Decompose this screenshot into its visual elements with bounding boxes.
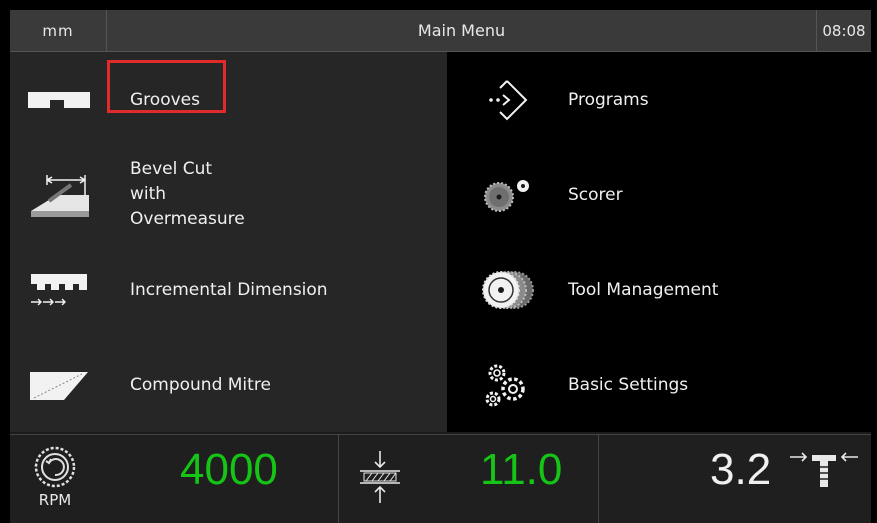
programs-icon xyxy=(447,52,567,147)
menu-item-label: Scorer xyxy=(568,184,623,205)
menu-item-bevel-cut[interactable]: Bevel Cut with Overmeasure xyxy=(10,147,447,242)
header-bar: mm Main Menu 08:08 xyxy=(10,10,871,52)
menu-item-scorer[interactable]: Scorer xyxy=(447,147,871,242)
page-title: Main Menu xyxy=(107,10,817,52)
menu-item-grooves[interactable]: Grooves xyxy=(10,52,447,147)
rpm-gauge[interactable]: RPM xyxy=(20,445,90,521)
menu-row: Grooves Programs xyxy=(10,52,871,147)
bevel-cut-icon xyxy=(10,147,107,242)
clock: 08:08 xyxy=(822,22,866,40)
divider xyxy=(338,435,339,523)
fence-offset-icon xyxy=(790,452,858,487)
thickness-value[interactable]: 11.0 xyxy=(480,445,562,495)
menu-item-incremental-dimension[interactable]: Incremental Dimension xyxy=(10,242,447,337)
menu-row: Bevel Cut with Overmeasure Scorer xyxy=(10,147,871,242)
menu-grid: Grooves Programs Bevel Cut with Overmeas… xyxy=(10,52,871,434)
divider xyxy=(598,435,599,523)
unit-toggle[interactable]: mm xyxy=(10,10,107,52)
gears-icon xyxy=(447,337,567,432)
menu-item-label: Bevel Cut with Overmeasure xyxy=(130,159,245,229)
status-bar: RPM 4000 11.0 3.2 xyxy=(10,434,871,523)
menu-item-programs[interactable]: Programs xyxy=(447,52,871,147)
main-menu-screen: mm Main Menu 08:08 Grooves Programs Beve… xyxy=(10,10,871,523)
menu-item-basic-settings[interactable]: Basic Settings xyxy=(447,337,871,432)
thickness-icon xyxy=(360,451,400,503)
compound-mitre-icon xyxy=(10,337,107,432)
rpm-value[interactable]: 4000 xyxy=(180,445,278,495)
scorer-icon xyxy=(447,147,567,242)
incremental-dimension-icon xyxy=(10,242,107,337)
offset-value[interactable]: 3.2 xyxy=(710,445,771,495)
tool-management-icon xyxy=(447,242,567,337)
menu-item-compound-mitre[interactable]: Compound Mitre xyxy=(10,337,447,432)
menu-item-label: Basic Settings xyxy=(568,374,689,395)
rpm-label: RPM xyxy=(38,491,72,509)
menu-item-label: Grooves xyxy=(130,89,200,110)
menu-item-label: Programs xyxy=(568,89,649,110)
menu-item-label: Incremental Dimension xyxy=(130,279,328,300)
saw-blade-icon xyxy=(34,446,76,488)
groove-icon xyxy=(10,52,107,147)
menu-row: Incremental Dimension Tool Management xyxy=(10,242,871,337)
menu-item-tool-management[interactable]: Tool Management xyxy=(447,242,871,337)
menu-item-label: Tool Management xyxy=(568,279,719,300)
menu-item-label: Compound Mitre xyxy=(130,374,271,395)
menu-row: Compound Mitre Basic Settings xyxy=(10,337,871,432)
